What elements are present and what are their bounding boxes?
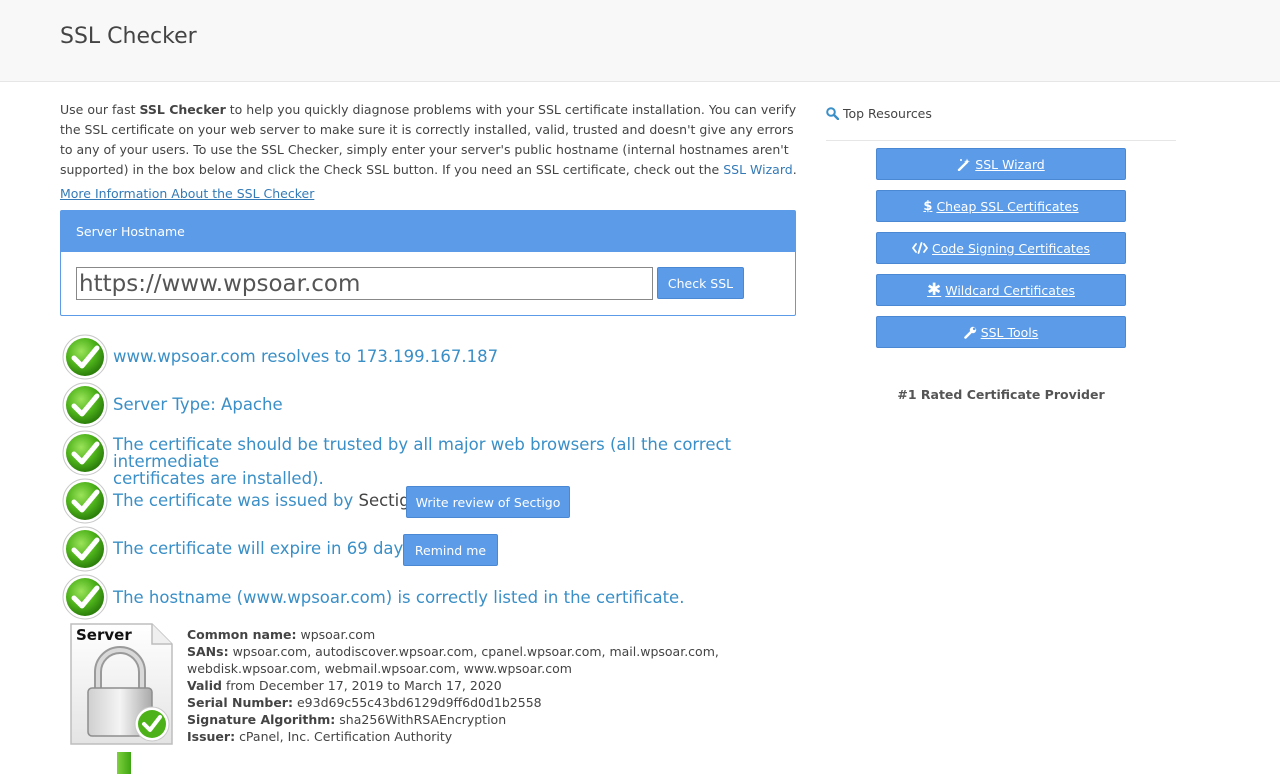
ssl-wizard-link[interactable]: SSL Wizard — [723, 162, 792, 177]
check-icon — [62, 430, 108, 476]
valid-row: Valid from December 17, 2019 to March 17… — [187, 677, 727, 694]
ssl-tools-label: SSL Tools — [980, 324, 1039, 340]
wildcard-button[interactable]: ✱ Wildcard Certificates — [876, 274, 1126, 306]
more-info-link[interactable]: More Information About the SSL Checker — [60, 186, 314, 201]
wrench-icon — [963, 326, 976, 339]
sans-value-line2: webdisk.wpsoar.com, webmail.wpsoar.com, … — [187, 661, 572, 676]
valid-label: Valid — [187, 678, 222, 693]
ssl-wizard-button[interactable]: SSL Wizard — [876, 148, 1126, 180]
common-name-value: wpsoar.com — [300, 627, 376, 642]
cheap-ssl-label: Cheap SSL Certificates — [936, 198, 1079, 214]
intro-bold-ssl-checker: SSL Checker — [139, 102, 226, 117]
search-icon — [826, 107, 840, 121]
page-header: SSL Checker — [0, 0, 1280, 82]
asterisk-icon: ✱ — [926, 280, 942, 300]
intro-period: . — [792, 162, 797, 177]
check-icon — [62, 334, 108, 380]
signature-row: Signature Algorithm: sha256WithRSAEncryp… — [187, 711, 727, 728]
code-signing-label: Code Signing Certificates — [932, 240, 1090, 256]
check-icon — [62, 382, 108, 428]
certificate-details: Common name: wpsoar.com SANs: wpsoar.com… — [187, 626, 727, 745]
result-issuer: The certificate was issued by Sectigo. W… — [60, 478, 800, 524]
ssl-tools-button[interactable]: SSL Tools — [876, 316, 1126, 348]
result-expiry: The certificate will expire in 69 days. … — [60, 526, 800, 572]
magic-wand-icon — [958, 158, 971, 171]
issuer-value: cPanel, Inc. Certification Authority — [239, 729, 453, 744]
certificate-chain-connector — [117, 752, 131, 774]
intro-paragraph: Use our fast SSL Checker to help you qui… — [60, 100, 800, 180]
result-server-type: Server Type: Apache — [60, 382, 800, 428]
result-text-line1: The certificate should be trusted by all… — [113, 435, 732, 471]
server-icon-label: Server — [76, 626, 132, 644]
result-resolves: www.wpsoar.com resolves to 173.199.167.1… — [60, 334, 800, 380]
sans-value-line1: wpsoar.com, autodiscover.wpsoar.com, cpa… — [232, 644, 719, 659]
top-resources-heading: Top Resources — [826, 106, 932, 121]
issuer-row: Issuer: cPanel, Inc. Certification Autho… — [187, 728, 727, 745]
result-text: www.wpsoar.com resolves to 173.199.167.1… — [113, 347, 499, 366]
serial-row: Serial Number: e93d69c55c43bd6129d9ff6d0… — [187, 694, 727, 711]
result-text: The hostname (www.wpsoar.com) is correct… — [113, 588, 685, 607]
result-text: The certificate will expire in 69 days. — [113, 539, 418, 558]
dollar-icon: $ — [923, 198, 933, 214]
serial-value: e93d69c55c43bd6129d9ff6d0d1b2558 — [296, 695, 542, 710]
ssl-wizard-label: SSL Wizard — [975, 156, 1045, 172]
serial-label: Serial Number: — [187, 695, 293, 710]
sans-label: SANs: — [187, 644, 229, 659]
check-ssl-button[interactable]: Check SSL — [657, 267, 744, 299]
check-icon — [62, 574, 108, 620]
signature-label: Signature Algorithm: — [187, 712, 336, 727]
top-resources-label: Top Resources — [842, 106, 932, 121]
signature-value: sha256WithRSAEncryption — [339, 712, 507, 727]
rated-provider-text: #1 Rated Certificate Provider — [897, 387, 1105, 402]
check-icon — [62, 478, 108, 524]
common-name-row: Common name: wpsoar.com — [187, 626, 727, 643]
result-trusted: The certificate should be trusted by all… — [60, 430, 800, 487]
intro-text-start: Use our fast — [60, 102, 140, 117]
page-title: SSL Checker — [60, 24, 197, 49]
check-icon — [62, 526, 108, 572]
sans-row: SANs: wpsoar.com, autodiscover.wpsoar.co… — [187, 643, 727, 660]
result-text: Server Type: Apache — [113, 395, 283, 414]
sidebar-divider — [826, 140, 1176, 141]
common-name-label: Common name: — [187, 627, 297, 642]
valid-value: from December 17, 2019 to March 17, 2020 — [225, 678, 502, 693]
result-hostname-listed: The hostname (www.wpsoar.com) is correct… — [60, 574, 800, 620]
code-icon — [912, 242, 928, 254]
result-text: The certificate was issued by Sectigo. — [113, 492, 425, 509]
wildcard-label: Wildcard Certificates — [945, 282, 1076, 298]
issuer-label: Issuer: — [187, 729, 236, 744]
hostname-panel: Server Hostname Check SSL — [60, 210, 796, 316]
write-review-button[interactable]: Write review of Sectigo — [406, 486, 570, 518]
panel-heading: Server Hostname — [61, 211, 795, 252]
remind-me-button[interactable]: Remind me — [403, 534, 498, 566]
cheap-ssl-button[interactable]: $ Cheap SSL Certificates — [876, 190, 1126, 222]
hostname-input[interactable] — [76, 267, 653, 300]
issuer-prefix: The certificate was issued by — [113, 491, 359, 510]
code-signing-button[interactable]: Code Signing Certificates — [876, 232, 1126, 264]
